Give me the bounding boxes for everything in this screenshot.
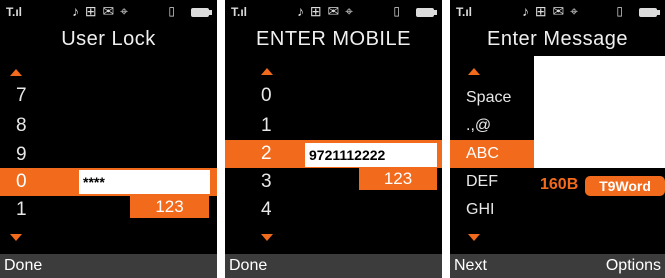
next-softkey[interactable]: Next <box>454 254 487 278</box>
input-mode-badge: 123 <box>130 196 209 218</box>
list-item[interactable]: DEF <box>450 168 534 196</box>
softkey-bar: Done <box>0 254 217 278</box>
sim-icon: ▯ <box>168 4 175 18</box>
screen-title: User Lock <box>61 28 156 50</box>
list-item[interactable]: 1 <box>225 112 442 140</box>
list-item[interactable]: 7 <box>0 82 217 110</box>
list-item[interactable]: GHI <box>450 196 534 224</box>
list-item[interactable]: 8 <box>0 112 217 140</box>
options-softkey[interactable]: Options <box>606 254 661 278</box>
status-bar: T.ıl ♪ ⊞ ✉ ⌖ ▯ <box>450 0 665 24</box>
mobile-number-field[interactable]: 9721112222 <box>305 143 437 167</box>
battery-icon <box>191 8 212 17</box>
scroll-down-icon[interactable] <box>468 234 480 241</box>
enter-message-screen: T.ıl ♪ ⊞ ✉ ⌖ ▯ Enter Message Space .,@ A… <box>450 0 665 278</box>
scroll-up-icon[interactable] <box>468 68 480 75</box>
list-item[interactable]: 0 <box>225 82 442 110</box>
scroll-down-icon[interactable] <box>10 234 22 241</box>
status-icons: ♪ ⊞ ✉ ⌖ <box>297 3 355 19</box>
scroll-down-icon[interactable] <box>261 234 273 241</box>
status-icons: ♪ ⊞ ✉ ⌖ <box>522 3 580 19</box>
screen-title: Enter Message <box>486 28 628 50</box>
done-softkey[interactable]: Done <box>229 254 267 278</box>
scroll-up-icon[interactable] <box>10 69 22 76</box>
signal-icon: T.ıl <box>231 5 248 19</box>
input-mode-badge: 123 <box>359 168 437 190</box>
scroll-up-icon[interactable] <box>261 68 273 75</box>
list-item[interactable]: Space <box>450 84 534 112</box>
list-item-selected[interactable]: ABC <box>450 140 534 168</box>
done-softkey[interactable]: Done <box>4 254 42 278</box>
list-item[interactable]: 4 <box>225 196 442 224</box>
user-lock-screen: T.ıl ♪ ⊞ ✉ ⌖ ▯ User Lock 7 8 9 0 1 **** … <box>0 0 217 278</box>
battery-icon <box>639 8 660 17</box>
message-text-area[interactable] <box>534 56 665 168</box>
byte-counter: 160B <box>540 176 579 193</box>
sim-icon: ▯ <box>616 4 623 18</box>
screen-title: ENTER MOBILE <box>256 28 411 50</box>
sim-icon: ▯ <box>393 4 400 18</box>
signal-icon: T.ıl <box>6 5 23 19</box>
t9-mode-badge: T9Word <box>585 176 665 196</box>
status-bar: T.ıl ♪ ⊞ ✉ ⌖ ▯ <box>225 0 442 24</box>
softkey-bar: Done <box>225 254 442 278</box>
battery-icon <box>416 8 437 17</box>
status-bar: T.ıl ♪ ⊞ ✉ ⌖ ▯ <box>0 0 217 24</box>
password-field[interactable]: **** <box>79 170 210 194</box>
list-item[interactable]: .,@ <box>450 112 534 140</box>
signal-icon: T.ıl <box>456 5 473 19</box>
softkey-bar: Next Options <box>450 254 665 278</box>
list-item[interactable]: 9 <box>0 141 217 169</box>
enter-mobile-screen: T.ıl ♪ ⊞ ✉ ⌖ ▯ ENTER MOBILE 0 1 2 3 4 97… <box>225 0 442 278</box>
status-icons: ♪ ⊞ ✉ ⌖ <box>72 3 130 19</box>
